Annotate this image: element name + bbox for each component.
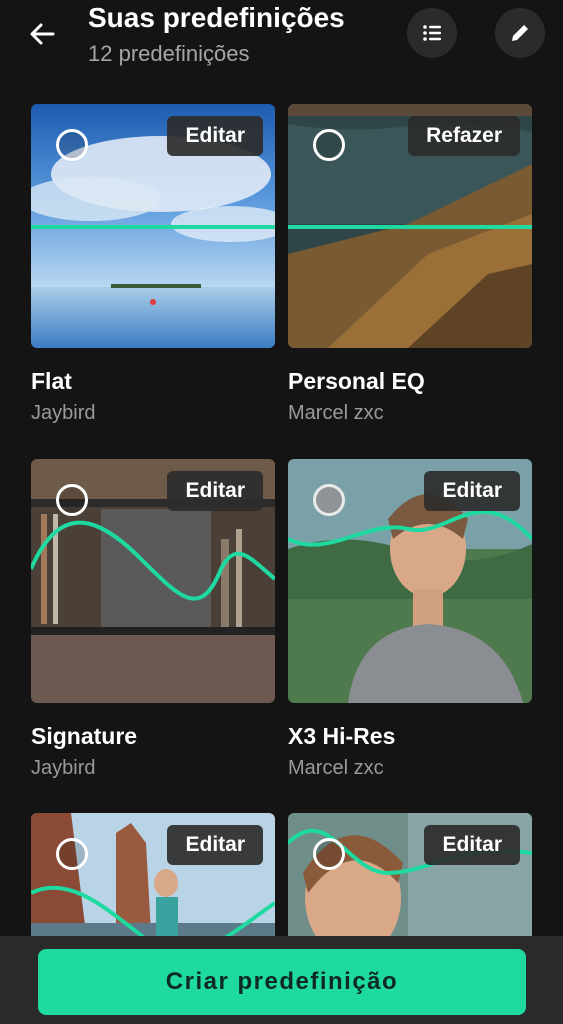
select-radio[interactable]: [313, 838, 345, 870]
select-radio[interactable]: [56, 129, 88, 161]
edit-preset-button[interactable]: Editar: [167, 825, 263, 865]
preset-card[interactable]: Editar X3 Hi-Res Marcel zxc: [288, 459, 532, 779]
create-preset-button[interactable]: Criar predefinição: [38, 949, 526, 1015]
preset-author: Jaybird: [31, 402, 96, 424]
select-radio[interactable]: [56, 484, 88, 516]
preset-author: Jaybird: [31, 757, 96, 779]
edit-preset-button[interactable]: Editar: [424, 825, 520, 865]
preset-card[interactable]: Editar Signature Jaybird: [31, 459, 275, 779]
preset-thumbnail[interactable]: Editar: [288, 459, 532, 703]
preset-thumbnail[interactable]: Editar: [31, 104, 275, 348]
select-radio[interactable]: [56, 838, 88, 870]
preset-name: Personal EQ: [288, 368, 425, 394]
preset-name: Flat: [31, 368, 72, 394]
preset-thumbnail[interactable]: Refazer: [288, 104, 532, 348]
select-radio[interactable]: [313, 484, 345, 516]
preset-name: X3 Hi-Res: [288, 723, 396, 749]
preset-author: Marcel zxc: [288, 402, 384, 424]
edit-preset-button[interactable]: Editar: [424, 471, 520, 511]
edit-preset-button[interactable]: Editar: [167, 116, 263, 156]
preset-card[interactable]: Editar Flat Jaybird: [31, 104, 275, 424]
preset-thumbnail[interactable]: Editar: [31, 459, 275, 703]
edit-preset-button[interactable]: Editar: [167, 471, 263, 511]
preset-grid: Editar Flat Jaybird Refazer Personal EQ …: [0, 0, 563, 1024]
preset-author: Marcel zxc: [288, 757, 384, 779]
preset-card[interactable]: Refazer Personal EQ Marcel zxc: [288, 104, 532, 424]
redo-preset-button[interactable]: Refazer: [408, 116, 520, 156]
preset-name: Signature: [31, 723, 138, 749]
select-radio[interactable]: [313, 129, 345, 161]
